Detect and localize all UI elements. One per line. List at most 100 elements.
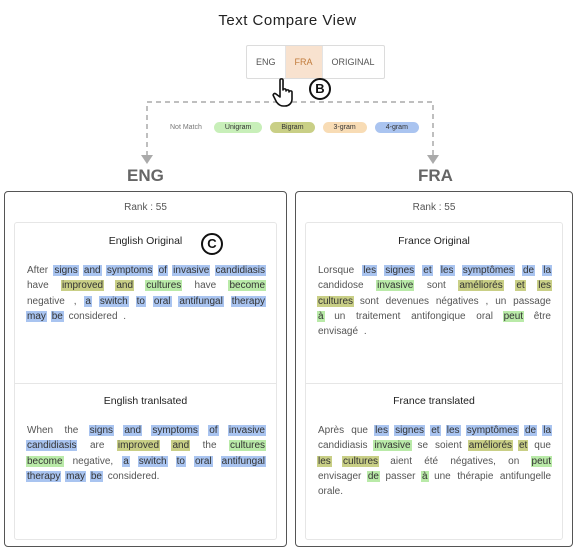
text-token: negative,	[72, 455, 114, 467]
highlighted-token: et	[430, 425, 441, 436]
text-token: Après	[318, 425, 345, 436]
text-token: candidose	[318, 280, 364, 292]
text-token: have	[27, 280, 49, 292]
highlighted-token: améliorés	[458, 280, 504, 292]
highlighted-token: les	[537, 280, 553, 292]
eng-translated-text: When the signs and symptoms of invasive …	[26, 423, 267, 484]
text-token: être	[533, 310, 551, 322]
connector-left	[146, 80, 284, 160]
highlighted-token: a	[122, 455, 130, 467]
highlighted-token: may	[26, 310, 47, 322]
highlighted-token: become	[26, 455, 64, 467]
highlighted-token: et	[515, 280, 526, 292]
highlighted-token: improved	[116, 440, 161, 452]
highlighted-token: therapy	[26, 470, 62, 482]
highlighted-token: therapy	[230, 295, 267, 307]
highlighted-token: de	[521, 265, 536, 276]
highlighted-token: of	[208, 425, 219, 436]
text-token: devenues	[385, 295, 430, 307]
highlighted-token: signes	[394, 425, 426, 436]
text-token: sont	[359, 295, 379, 307]
text-token: orale.	[318, 486, 344, 498]
highlighted-token: invasive	[227, 425, 266, 436]
highlighted-token: and	[171, 440, 191, 452]
highlighted-token: switch	[137, 455, 168, 467]
highlighted-token: et	[422, 265, 433, 276]
text-token: the	[202, 440, 217, 452]
legend-4gram: 4-gram	[374, 122, 419, 133]
eng-original-section: English Original After signs and symptom…	[15, 223, 276, 383]
highlighted-token: and	[123, 425, 143, 436]
eng-label: ENG	[127, 166, 164, 185]
text-token: considered	[68, 310, 118, 322]
text-token: aient	[390, 455, 412, 467]
highlighted-token: signs	[88, 425, 115, 436]
highlighted-token: candidiasis	[214, 265, 267, 276]
text-token: soient	[435, 440, 462, 452]
eng-original-text: After signs and symptoms of invasive can…	[26, 263, 267, 324]
highlighted-token: be	[89, 470, 103, 482]
text-token: envisagé	[318, 326, 359, 338]
text-token: When	[27, 425, 54, 436]
highlighted-token: les	[445, 425, 461, 436]
highlighted-token: à	[421, 470, 429, 482]
text-token: passage	[513, 295, 551, 307]
highlighted-token: become	[228, 280, 267, 292]
text-token: After	[27, 265, 49, 276]
legend-not-match: Not Match	[170, 124, 202, 131]
section-title: France translated	[393, 395, 475, 407]
highlighted-token: to	[135, 295, 146, 307]
highlighted-token: symptômes	[465, 425, 519, 436]
text-token: été	[424, 455, 439, 467]
highlighted-token: invasive	[172, 265, 211, 276]
text-token: oral	[476, 310, 493, 322]
text-token: ,	[73, 295, 77, 307]
section-title: English Original	[108, 235, 183, 247]
highlighted-token: and	[115, 280, 135, 292]
fra-translated-text: Après que les signes et les symptômes de…	[317, 423, 553, 499]
rank-label: Rank : 55	[124, 202, 167, 213]
highlighted-token: les	[374, 425, 389, 436]
fra-panel: Rank : 55 France Original Lorsque les si…	[295, 191, 573, 547]
highlighted-token: les	[362, 265, 378, 276]
text-token: thérapie	[457, 470, 494, 482]
text-token: un	[495, 295, 507, 307]
highlighted-token: symptoms	[151, 425, 199, 436]
text-token: the	[64, 425, 79, 436]
highlighted-token: be	[50, 310, 64, 322]
highlighted-token: à	[317, 310, 325, 322]
highlighted-token: cultures	[317, 295, 355, 307]
arrow-right-icon	[427, 155, 439, 164]
highlighted-token: la	[542, 265, 553, 276]
highlighted-token: oral	[193, 455, 213, 467]
highlighted-token: antifungal	[178, 295, 224, 307]
text-token: Lorsque	[318, 265, 355, 276]
text-token: have	[194, 280, 217, 292]
highlighted-token: cultures	[229, 440, 267, 452]
fra-label: FRA	[418, 166, 453, 185]
text-token: passer	[385, 470, 416, 482]
legend: Not Match Unigram Bigram 3-gram 4-gram	[170, 122, 419, 133]
text-token: un	[334, 310, 346, 322]
highlighted-token: cultures	[145, 280, 183, 292]
highlighted-token: de	[366, 470, 380, 482]
hand-pointer-icon	[272, 78, 293, 107]
highlighted-token: improved	[60, 280, 105, 292]
highlighted-token: switch	[98, 295, 129, 307]
rank-label: Rank : 55	[412, 202, 456, 213]
highlighted-token: and	[82, 265, 102, 276]
highlighted-token: invasive	[373, 440, 412, 452]
text-token: antifungelle	[499, 470, 552, 482]
legend-bigram: Bigram	[270, 122, 315, 133]
text-token: candidiasis	[318, 440, 368, 452]
highlighted-token: invasive	[376, 280, 415, 292]
highlighted-token: de	[523, 425, 538, 436]
highlighted-token: cultures	[342, 455, 380, 467]
text-token: une	[434, 470, 451, 482]
section-title: France Original	[398, 235, 470, 247]
highlighted-token: améliorés	[467, 440, 514, 452]
arrow-left-icon	[141, 155, 153, 164]
text-token: are	[89, 440, 105, 452]
text-token: negative	[27, 295, 65, 307]
highlighted-token: to	[175, 455, 186, 467]
